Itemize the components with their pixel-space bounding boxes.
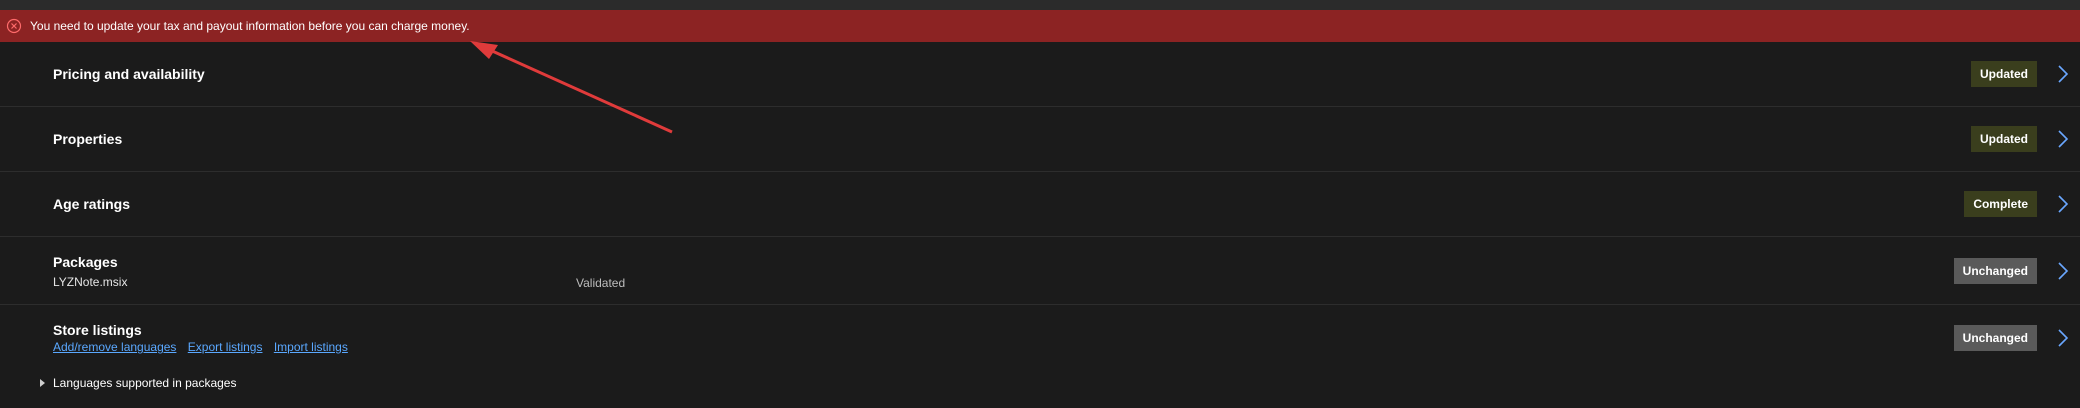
section-row-properties[interactable]: Properties Updated [0,107,2080,172]
languages-expander[interactable]: Languages supported in packages [40,376,236,390]
section-row-age-ratings[interactable]: Age ratings Complete [0,172,2080,237]
status-badge: Updated [1971,126,2037,152]
section-title: Properties [53,131,123,147]
section-title: Store listings [53,322,142,338]
top-strip [0,0,2080,10]
chevron-right-icon[interactable] [2056,261,2070,281]
package-validation-status: Validated [576,276,626,290]
status-badge: Complete [1964,191,2037,217]
export-listings-link[interactable]: Export listings [188,340,263,354]
expand-triangle-icon[interactable] [40,379,45,387]
chevron-right-icon[interactable] [2056,328,2070,348]
section-row-pricing[interactable]: Pricing and availability Updated [0,42,2080,107]
status-badge: Unchanged [1953,258,2037,284]
section-row-packages[interactable]: Packages LYZNote.msix Validated Unchange… [0,237,2080,305]
chevron-right-icon[interactable] [2056,129,2070,149]
error-circle-icon [6,18,22,34]
section-row-store-listings[interactable]: Store listings Add/remove languages Expo… [0,305,2080,408]
submission-page: You need to update your tax and payout i… [0,0,2080,408]
chevron-right-icon[interactable] [2056,64,2070,84]
error-banner: You need to update your tax and payout i… [0,10,2080,42]
import-listings-link[interactable]: Import listings [274,340,348,354]
package-file-name: LYZNote.msix [53,275,128,289]
add-remove-languages-link[interactable]: Add/remove languages [53,340,176,354]
status-badge: Unchanged [1953,325,2037,351]
status-badge: Updated [1971,61,2037,87]
section-title: Packages [53,254,118,270]
chevron-right-icon[interactable] [2056,194,2070,214]
banner-message: You need to update your tax and payout i… [30,19,470,33]
section-title: Pricing and availability [53,66,205,82]
listing-links: Add/remove languages Export listings Imp… [53,340,356,354]
languages-expander-label: Languages supported in packages [53,376,237,390]
section-title: Age ratings [53,196,131,212]
